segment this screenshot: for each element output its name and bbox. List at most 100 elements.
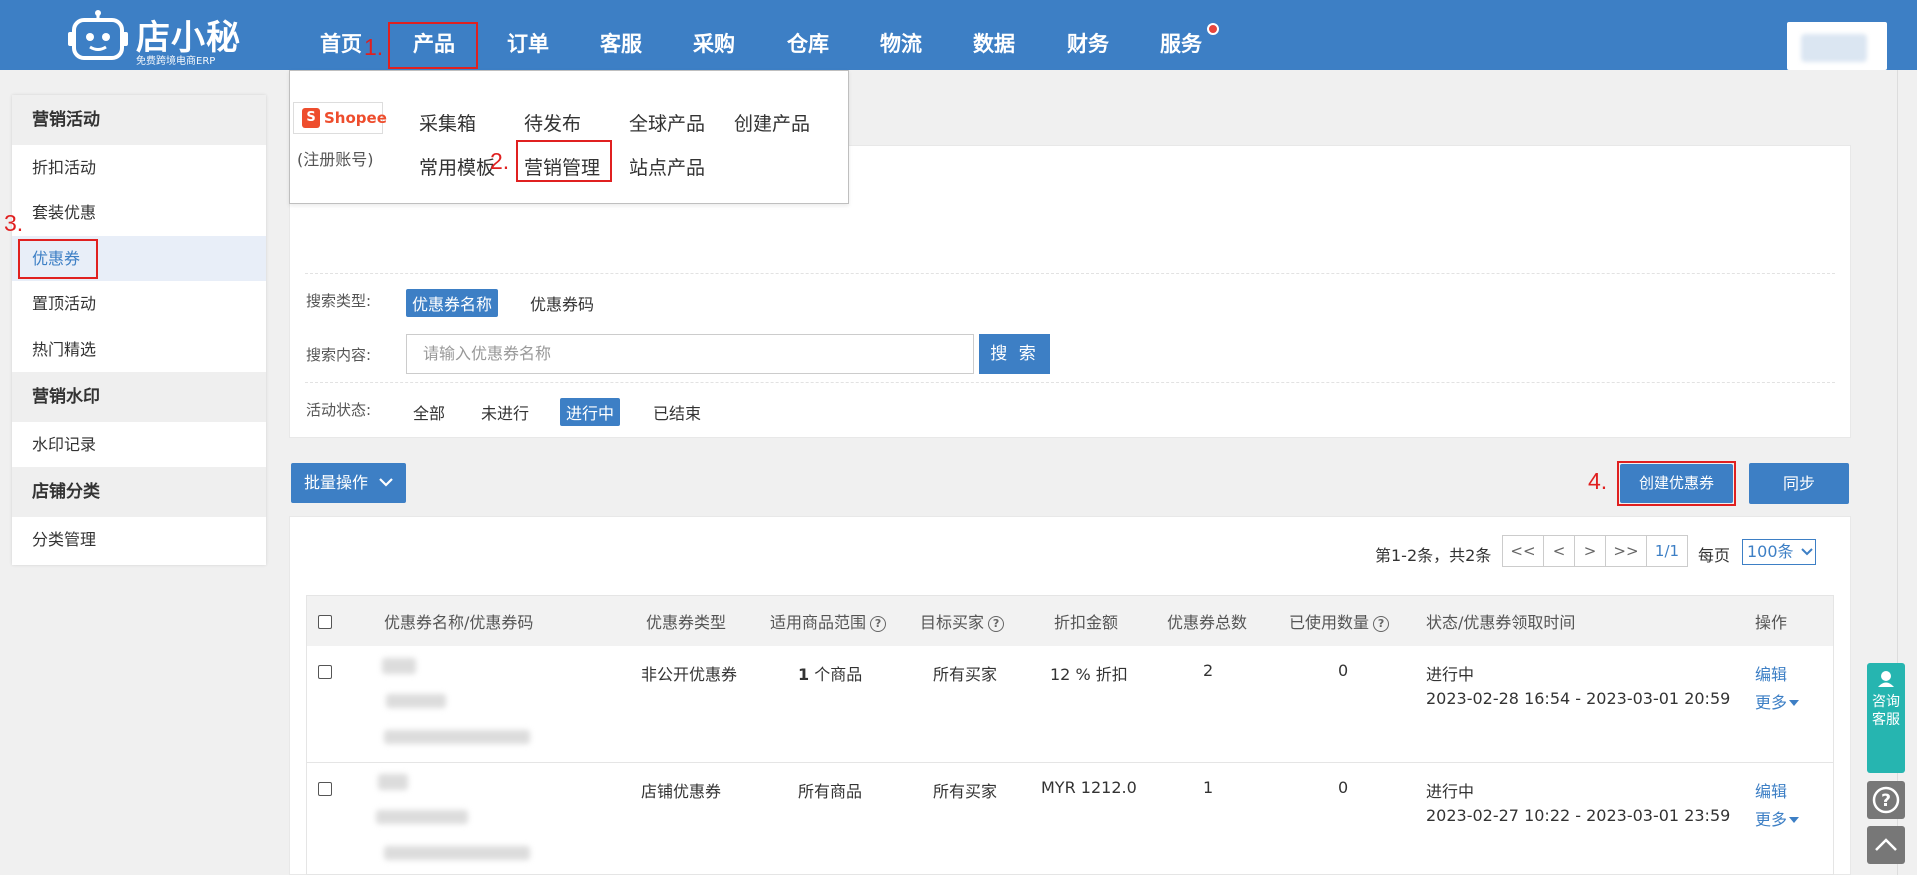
- annotation-2: 2.: [490, 148, 510, 174]
- pagination-summary: 第1-2条，共2条: [1375, 546, 1492, 565]
- menu-global-products[interactable]: 全球产品: [629, 109, 705, 136]
- page-first-button[interactable]: <<: [1502, 535, 1544, 567]
- more-dropdown[interactable]: 更多: [1755, 689, 1800, 713]
- help-icon[interactable]: ?: [1373, 616, 1390, 632]
- redacted-coupon-name: [378, 774, 408, 790]
- sidebar-item-category-management[interactable]: 分类管理: [12, 517, 266, 562]
- products-dropdown-menu: [289, 70, 849, 204]
- per-page-label: 每页: [1698, 546, 1731, 565]
- chevron-down-icon: [379, 478, 393, 487]
- coupon-type: 店铺优惠券: [641, 782, 722, 801]
- annotation-box-create: [1617, 461, 1736, 506]
- row-divider: [307, 762, 1833, 763]
- status-all[interactable]: 全部: [413, 400, 445, 424]
- sidebar-item-hot-picks[interactable]: 热门精选: [12, 327, 266, 372]
- coupon-total: 2: [1203, 661, 1214, 680]
- discount-amount: MYR 1212.0: [1041, 778, 1137, 797]
- status-ended[interactable]: 已结束: [653, 400, 701, 424]
- back-to-top-button[interactable]: [1867, 826, 1905, 864]
- edit-link[interactable]: 编辑: [1755, 778, 1787, 802]
- nav-orders[interactable]: 订单: [507, 28, 549, 56]
- header-discount: 折扣金额: [1054, 613, 1119, 632]
- redacted-coupon-code: [384, 730, 530, 744]
- nav-home[interactable]: 首页: [320, 28, 362, 56]
- search-type-label: 搜索类型:: [306, 292, 372, 310]
- status-text: 进行中: [1426, 665, 1475, 684]
- more-dropdown[interactable]: 更多: [1755, 806, 1800, 830]
- header-coupon-name: 优惠券名称/优惠券码: [384, 613, 534, 632]
- target-buyers: 所有买家: [933, 782, 998, 801]
- annotation-4: 4.: [1588, 468, 1608, 494]
- headset-icon: [1878, 671, 1894, 687]
- consult-service-button[interactable]: 咨询客服: [1867, 663, 1905, 773]
- search-input[interactable]: 请输入优惠券名称: [406, 334, 974, 374]
- search-button[interactable]: 搜 索: [979, 334, 1050, 374]
- sidebar-item-discount[interactable]: 折扣活动: [12, 145, 266, 190]
- menu-collection-box[interactable]: 采集箱: [419, 109, 476, 136]
- sidebar-section-marketing: 营销活动: [12, 95, 266, 145]
- robot-logo-icon: [68, 10, 128, 60]
- nav-logistics[interactable]: 物流: [880, 28, 922, 56]
- header-product-scope: 适用商品范围?: [770, 609, 887, 633]
- menu-site-products[interactable]: 站点产品: [629, 153, 705, 180]
- search-type-coupon-code[interactable]: 优惠券码: [530, 291, 594, 315]
- divider: [305, 382, 1835, 383]
- claim-time-range: 2023-02-27 10:22 - 2023-03-01 23:59: [1426, 806, 1731, 825]
- menu-create-product[interactable]: 创建产品: [734, 109, 810, 136]
- annotation-3: 3.: [4, 210, 24, 236]
- sidebar-item-top-picks[interactable]: 置顶活动: [12, 281, 266, 326]
- menu-pending-publish[interactable]: 待发布: [524, 109, 581, 136]
- nav-data[interactable]: 数据: [973, 28, 1015, 56]
- redacted-coupon-code: [376, 810, 468, 824]
- notification-dot: [1207, 23, 1219, 35]
- status-text: 进行中: [1426, 782, 1475, 801]
- per-page-value: 100条: [1747, 542, 1794, 561]
- header-target-buyers: 目标买家?: [920, 609, 1005, 633]
- batch-operations-label: 批量操作: [303, 473, 368, 492]
- claim-time-range: 2023-02-28 16:54 - 2023-03-01 20:59: [1426, 689, 1731, 708]
- nav-customer-service[interactable]: 客服: [600, 28, 642, 56]
- nav-finance[interactable]: 财务: [1067, 28, 1109, 56]
- sidebar-section-store-category: 店铺分类: [12, 467, 266, 517]
- annotation-1: 1.: [364, 34, 384, 60]
- header-used: 已使用数量?: [1289, 609, 1390, 633]
- sidebar-item-bundle[interactable]: 套装优惠: [12, 190, 266, 235]
- logo[interactable]: 店小秘 免费跨境电商ERP: [64, 4, 264, 67]
- nav-purchasing[interactable]: 采购: [693, 28, 735, 56]
- page-last-button[interactable]: >>: [1605, 535, 1647, 567]
- redacted-coupon-code: [386, 694, 446, 708]
- chevron-up-icon: [1875, 838, 1897, 851]
- caret-down-icon: [1789, 817, 1800, 823]
- user-avatar[interactable]: [1787, 22, 1887, 70]
- nav-services[interactable]: 服务: [1160, 28, 1202, 56]
- chevron-down-icon: [1800, 548, 1813, 556]
- header-actions: 操作: [1755, 613, 1788, 632]
- sync-button[interactable]: 同步: [1749, 463, 1849, 504]
- menu-templates[interactable]: 常用模板: [419, 153, 495, 180]
- shopee-platform-badge[interactable]: S Shopee: [293, 102, 387, 134]
- help-icon[interactable]: ?: [988, 616, 1005, 632]
- product-scope: 所有商品: [798, 782, 863, 801]
- status-in-progress[interactable]: 进行中: [560, 398, 621, 426]
- batch-operations-button[interactable]: 批量操作: [291, 463, 406, 503]
- question-circle-icon: ?: [1872, 786, 1900, 814]
- row-checkbox[interactable]: [318, 782, 332, 796]
- row-checkbox[interactable]: [318, 665, 332, 679]
- per-page-select[interactable]: 100条: [1742, 539, 1816, 565]
- help-icon[interactable]: ?: [870, 616, 887, 632]
- search-type-coupon-name[interactable]: 优惠券名称: [406, 289, 499, 317]
- edit-link[interactable]: 编辑: [1755, 661, 1787, 685]
- page-prev-button[interactable]: <: [1543, 535, 1575, 567]
- page-next-button[interactable]: >: [1574, 535, 1606, 567]
- coupon-total: 1: [1203, 778, 1214, 797]
- product-scope: 1 个商品: [798, 665, 863, 684]
- sidebar-section-watermark: 营销水印: [12, 372, 266, 422]
- status-not-started[interactable]: 未进行: [481, 400, 529, 424]
- discount-amount: 12 % 折扣: [1050, 665, 1128, 684]
- header-status-time: 状态/优惠券领取时间: [1426, 613, 1576, 632]
- help-button[interactable]: ?: [1867, 781, 1905, 819]
- select-all-checkbox[interactable]: [318, 615, 332, 629]
- consult-label: 咨询客服: [1872, 694, 1900, 728]
- sidebar-item-watermark-records[interactable]: 水印记录: [12, 422, 266, 467]
- nav-warehouse[interactable]: 仓库: [787, 28, 829, 56]
